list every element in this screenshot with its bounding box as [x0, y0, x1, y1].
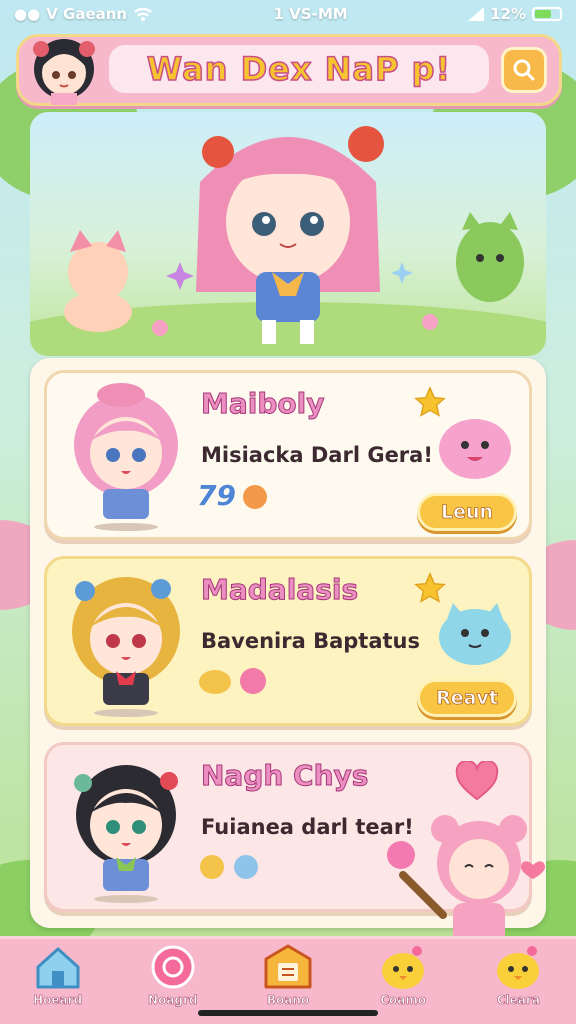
mini-creature-icon	[200, 855, 224, 879]
nav-label: Hoeard	[33, 993, 83, 1008]
mini-creature-icon	[240, 668, 266, 694]
character-name: Nagh Chys	[200, 759, 369, 793]
character-name: Madalasis	[200, 573, 359, 607]
list-item[interactable]: Maiboly Misiacka Darl Gera! 79 Leun	[44, 370, 532, 540]
title-banner: Wan Dex NaP p!	[109, 45, 489, 93]
list-icon	[264, 944, 312, 989]
list-item[interactable]: Nagh Chys Fuianea darl tear!	[44, 742, 545, 947]
card-mini-badges	[197, 851, 261, 881]
mascot-illustration	[387, 815, 545, 947]
learn-button[interactable]: Leun	[417, 493, 517, 531]
character-list: Maiboly Misiacka Darl Gera! 79 Leun Mada…	[30, 358, 546, 947]
character-portrait	[72, 577, 180, 717]
search-button[interactable]	[501, 47, 547, 93]
nav-label: Coamo	[380, 993, 427, 1008]
pet-icon	[439, 603, 511, 665]
refresh-icon	[151, 945, 195, 989]
avatar[interactable]	[29, 31, 99, 105]
nav-item-home[interactable]: Hoeard	[8, 939, 108, 1024]
nav-item-chick-2[interactable]: Cleara	[468, 939, 568, 1024]
home-icon	[36, 947, 80, 989]
mini-creature-icon	[242, 484, 267, 509]
chick-icon	[382, 946, 425, 989]
character-description: Misiacka Darl Gera!	[201, 443, 433, 467]
carrier-label: V Gaeann	[46, 5, 128, 23]
card-mini-badges: 79	[197, 479, 270, 512]
home-indicator	[198, 1010, 378, 1016]
character-portrait	[74, 765, 178, 903]
mini-number: 79	[197, 479, 236, 512]
page-title: Wan Dex NaP p!	[146, 49, 452, 89]
character-description: Bavenira Baptatus	[201, 629, 421, 653]
search-icon	[513, 59, 535, 81]
app-header: Wan Dex NaP p!	[16, 34, 562, 106]
react-button[interactable]: Reavt	[417, 679, 517, 717]
mini-creature-icon	[199, 670, 231, 694]
hero-illustration	[30, 126, 546, 356]
wifi-icon	[134, 7, 152, 21]
nav-label: Cleara	[496, 993, 540, 1008]
chick-icon	[497, 946, 540, 989]
hero-banner	[30, 112, 546, 356]
nav-label: Boano	[266, 993, 310, 1008]
battery-percent: 12%	[490, 5, 526, 23]
list-item[interactable]: Madalasis Bavenira Baptatus Reavt	[44, 556, 532, 726]
nav-label: Noagrd	[148, 993, 198, 1008]
cellular-icon	[468, 7, 485, 21]
character-portrait	[74, 383, 178, 531]
heart-icon[interactable]	[455, 761, 499, 801]
card-mini-badges	[197, 665, 269, 695]
character-name: Maiboly	[200, 387, 325, 421]
status-bar: ●● V Gaeann 1 VS-MM 12%	[0, 0, 576, 28]
character-description: Fuianea darl tear!	[201, 815, 414, 839]
pet-icon	[439, 419, 511, 479]
time-label: 1 VS-MM	[273, 5, 348, 23]
signal-dots-icon: ●●	[14, 5, 41, 23]
battery-icon	[531, 7, 562, 21]
mini-creature-icon	[234, 855, 258, 879]
